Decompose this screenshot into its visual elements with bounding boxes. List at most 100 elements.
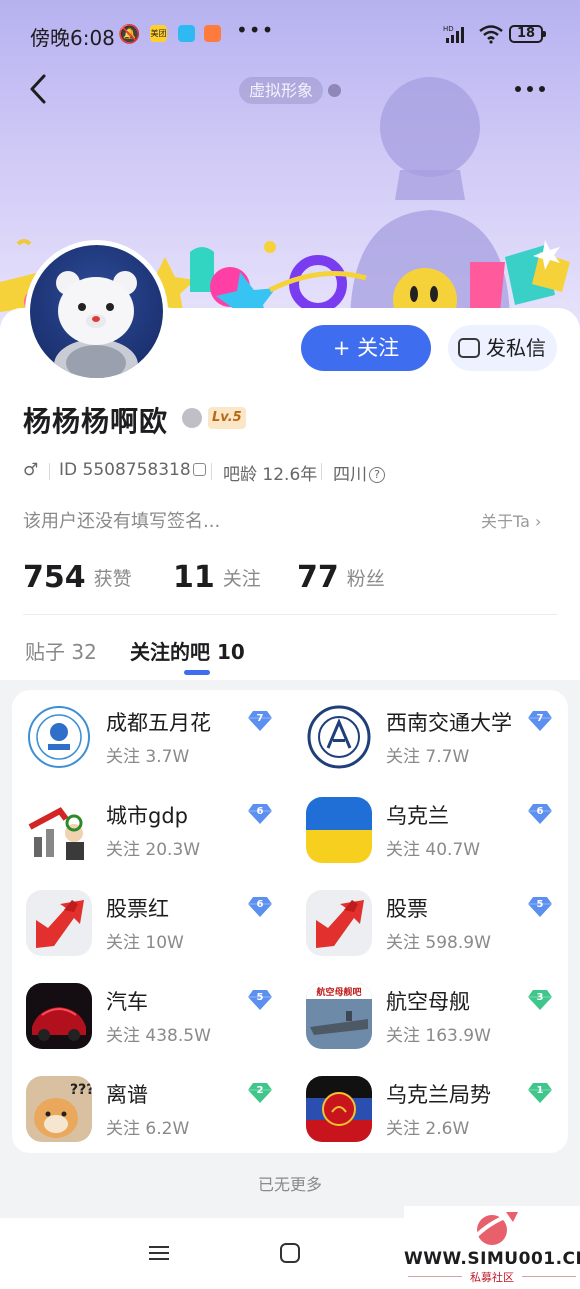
app-notification-icon (178, 25, 195, 42)
bar-level-gem-icon: 2 (248, 1082, 272, 1104)
tab-posts[interactable]: 贴子 32 (25, 636, 97, 665)
help-icon: ? (369, 467, 385, 483)
chengdu-wuyuehua-icon (26, 704, 92, 770)
list-end-text: 已无更多 (257, 1175, 322, 1194)
bar-name: 成都五月花 (106, 711, 211, 735)
bar-followers: 关注 163.9W (386, 1026, 491, 1046)
bar-level: 6 (256, 899, 264, 910)
stat-following[interactable]: 11 关注 (173, 560, 261, 595)
bar-list-item[interactable]: ??? 离谱 关注 6.2W 2 (12, 1062, 282, 1142)
svg-text:航空母舰吧: 航空母舰吧 (316, 986, 361, 998)
bar-followers: 关注 598.9W (386, 933, 491, 953)
home-icon[interactable] (277, 1240, 303, 1266)
ukraine-flag-icon (306, 797, 372, 863)
menu-dot (539, 86, 545, 92)
bar-level: 6 (256, 806, 264, 817)
bar-followers: 关注 6.2W (106, 1119, 190, 1139)
bar-list-item[interactable]: 乌克兰关注 40.7W 6 (292, 783, 562, 863)
divider (49, 463, 50, 480)
about-label: 关于Ta (481, 512, 530, 531)
level-badge: Lv.5 (208, 407, 246, 429)
battery-indicator: 18 (509, 25, 546, 43)
bar-name: 乌克兰局势 (386, 1083, 491, 1107)
bell-muted-icon: 🔕 (118, 24, 141, 45)
svg-text:???: ??? (70, 1082, 92, 1098)
bar-level-gem-icon: 1 (528, 1082, 552, 1104)
status-bar: 傍晚6:08 🔕 美团 ••• HD 18 (0, 0, 580, 66)
bull-arrow-icon (306, 890, 372, 956)
profile-name: 杨杨杨啊欧 (23, 405, 169, 438)
bar-level: 7 (536, 713, 544, 724)
following-count: 11 (173, 560, 215, 595)
city-gdp-icon (26, 797, 92, 863)
chevron-right-icon: › (535, 512, 542, 531)
network-hd-label: HD (443, 25, 454, 33)
fans-count: 77 (297, 560, 339, 595)
bar-name: 汽车 (106, 990, 148, 1014)
bar-name: 城市gdp (106, 804, 188, 828)
red-car-icon (26, 983, 92, 1049)
bar-list-item[interactable]: 西南交通大学 关注 7.7W 7 (292, 690, 562, 770)
swjtu-emblem-icon (306, 704, 372, 770)
bar-name: 乌克兰 (386, 804, 449, 828)
bar-name: 西南交通大学 (386, 711, 512, 735)
back-button[interactable] (24, 72, 54, 106)
shop-app-icon (204, 25, 221, 42)
following-label: 关注 (222, 568, 261, 590)
section-divider (23, 614, 557, 615)
member-crown-icon (182, 408, 202, 428)
menu-dot (515, 86, 521, 92)
divider (211, 463, 212, 480)
wifi-icon (479, 25, 503, 44)
active-tab-indicator (184, 670, 210, 675)
bar-level-gem-icon: 6 (528, 803, 552, 825)
aircraft-carrier-icon: 航空母舰吧 (306, 983, 372, 1049)
watermark-subtitle: 私募社区 (404, 1269, 580, 1285)
tieba-age: 吧龄 12.6年 (223, 465, 318, 485)
bar-level: 5 (536, 899, 544, 910)
profile-stats: 754 获赞 11 关注 77 粉丝 (23, 560, 563, 600)
recent-apps-icon[interactable] (146, 1240, 172, 1266)
user-id[interactable]: ID 5508758318 (59, 460, 206, 480)
about-link[interactable]: 关于Ta › (481, 508, 541, 532)
bar-level-gem-icon: 6 (248, 896, 272, 918)
gender-male-icon: ♂ (23, 460, 39, 480)
signal-icon: HD (443, 25, 464, 43)
bar-name: 航空母舰 (386, 990, 470, 1014)
fans-label: 粉丝 (346, 568, 385, 590)
direct-message-button[interactable]: 发私信 (448, 325, 557, 371)
bar-name: 股票红 (106, 897, 169, 921)
bar-list-item[interactable]: 股票红关注 10W 6 (12, 876, 282, 956)
bar-followers: 关注 40.7W (386, 840, 481, 860)
more-menu-button[interactable] (515, 86, 547, 94)
dm-label: 发私信 (486, 336, 546, 360)
stat-fans[interactable]: 77 粉丝 (297, 560, 385, 595)
bar-list-item[interactable]: 城市gdp 关注 20.3W 6 (12, 783, 282, 863)
followed-bars-list: 成都五月花关注 3.7W 7 西南交通大学 关注 7.7W 7 城市gdp 关注 20.3W… (12, 690, 568, 1153)
bull-arrow-icon (26, 890, 92, 956)
bar-list-item[interactable]: 乌克兰局势关注 2.6W 1 (292, 1062, 562, 1142)
follow-button[interactable]: + 关注 (301, 325, 431, 371)
bar-level-gem-icon: 3 (528, 989, 552, 1011)
bar-level: 5 (256, 992, 264, 1003)
bar-followers: 关注 10W (106, 933, 184, 953)
bar-level: 2 (256, 1085, 264, 1096)
bar-followers: 关注 2.6W (386, 1119, 470, 1139)
menu-dot (527, 86, 533, 92)
site-watermark: WWW.SIMU001.CN 私募社区 (404, 1206, 580, 1289)
bar-followers: 关注 20.3W (106, 840, 201, 860)
bar-followers: 关注 438.5W (106, 1026, 211, 1046)
bar-followers: 关注 3.7W (106, 747, 190, 767)
bar-list-item[interactable]: 成都五月花 关注 3.7W 7 (12, 690, 282, 770)
confused-dog-icon: ??? (26, 1076, 92, 1142)
divider (321, 463, 322, 480)
bar-list-item[interactable]: 汽车关注 438.5W 5 (12, 969, 282, 1049)
location[interactable]: 四川? (333, 460, 385, 485)
bar-list-item[interactable]: 航空母舰吧 航空母舰关注 163.9W 3 (292, 969, 562, 1049)
message-icon (458, 338, 480, 358)
avatar[interactable] (25, 240, 168, 383)
tab-followed-bars[interactable]: 关注的吧 10 (130, 636, 245, 665)
stat-likes[interactable]: 754 获赞 (23, 560, 132, 595)
virtual-avatar-chip[interactable]: 虚拟形象 (239, 77, 324, 104)
bar-list-item[interactable]: 股票 关注 598.9W 5 (292, 876, 562, 956)
